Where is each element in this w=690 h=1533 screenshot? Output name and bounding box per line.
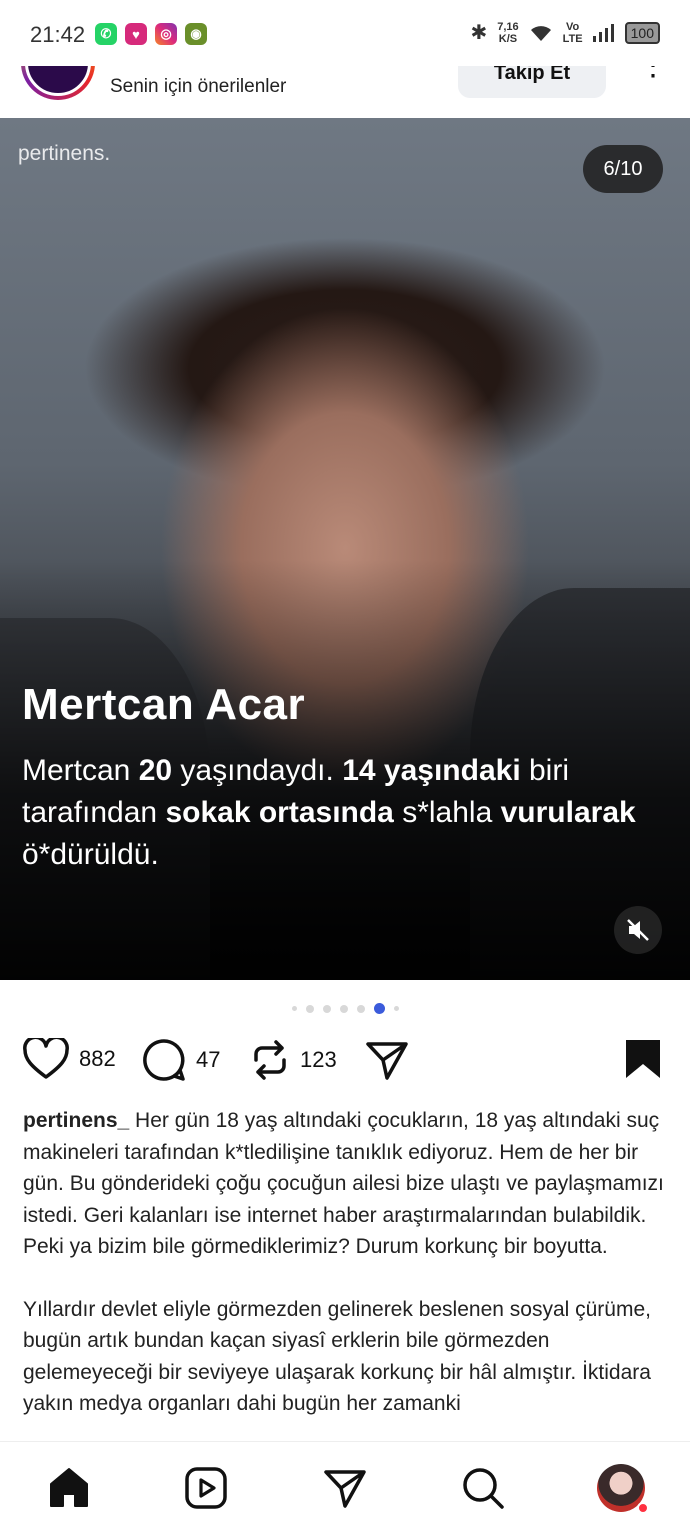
suggested-label: Senin için önerilenler — [110, 76, 287, 97]
network-speed: 7,16 K/S — [497, 21, 518, 45]
overlay-text-bold: sokak ortasında — [165, 796, 394, 829]
carousel-dot — [393, 1006, 399, 1011]
clock: 21:42 — [30, 22, 86, 47]
home-icon — [50, 1468, 88, 1507]
notification-dot — [637, 1502, 649, 1514]
caption-text: Yıllardır devlet eliyle görmezden geline… — [23, 1297, 651, 1416]
system-indicators: ✱ 7,16 K/S Vo LTE 100 — [470, 20, 660, 45]
carousel-indicator — [0, 1003, 690, 1014]
bluetooth-icon: ✱ — [470, 22, 488, 44]
profile-avatar — [597, 1464, 649, 1514]
bookmark-filled-icon — [626, 1040, 660, 1078]
battery-icon: 100 — [624, 21, 660, 44]
search-icon — [463, 1468, 504, 1509]
carousel-dot — [305, 1004, 314, 1013]
whatsapp-icon: ✆ — [95, 23, 117, 45]
notification-icons: ✆ ♥ ◎ ◉ — [95, 23, 207, 45]
caption-username[interactable]: pertinens_ — [23, 1109, 129, 1132]
network-speed-value: 7,16 — [497, 20, 519, 33]
nav-profile[interactable] — [597, 1464, 649, 1514]
instagram-icon: ◎ — [155, 23, 177, 45]
save-button[interactable] — [624, 1038, 662, 1085]
post-media[interactable]: pertinens. 6/10 Mertcan Acar Mertcan 20 … — [0, 118, 690, 980]
game-app-icon: ◉ — [185, 23, 207, 45]
repost-button[interactable]: 123 — [250, 1038, 337, 1082]
like-count: 882 — [79, 1046, 116, 1071]
overlay-text-part: ö*dürüldü. — [22, 838, 159, 871]
carousel-dot — [339, 1004, 348, 1013]
overlay-text-part: Mertcan — [22, 754, 139, 787]
share-button[interactable] — [365, 1038, 409, 1082]
media-overlay-text: Mertcan 20 yaşındaydı. 14 yaşındaki biri… — [22, 750, 662, 876]
network-speed-unit: K/S — [498, 32, 518, 45]
action-bar: 882 47 123 — [0, 1038, 690, 1088]
post-caption: pertinens_ Her gün 18 yaş altındaki çocu… — [23, 1105, 671, 1441]
send-icon — [366, 1042, 408, 1080]
volte-top: Vo — [566, 20, 580, 33]
carousel-dot — [356, 1004, 365, 1013]
volte-bottom: LTE — [562, 32, 583, 45]
comment-count: 47 — [196, 1047, 221, 1072]
overlay-text-bold: 20 — [138, 754, 173, 787]
wifi-icon — [530, 25, 551, 41]
reels-icon — [185, 1467, 227, 1509]
carousel-dot-active — [373, 1003, 385, 1014]
carousel-dot — [291, 1006, 297, 1011]
nav-reels[interactable] — [182, 1464, 230, 1512]
post-header: Senin için önerilenler Takip Et ⋮ — [0, 66, 690, 118]
overlay-text-bold: 14 yaşındaki — [342, 754, 521, 787]
heart-icon — [23, 1038, 69, 1079]
carousel-dot — [322, 1004, 331, 1013]
speaker-muted-icon — [627, 919, 649, 941]
caption-paragraph: Yıllardır devlet eliyle görmezden geline… — [23, 1294, 671, 1420]
nav-messages[interactable] — [321, 1464, 369, 1512]
more-options-icon[interactable]: ⋮ — [638, 66, 668, 81]
send-icon — [324, 1470, 366, 1508]
nav-home[interactable] — [45, 1464, 93, 1512]
caption-paragraph: pertinens_ Her gün 18 yaş altındaki çocu… — [23, 1105, 671, 1263]
volte-indicator: Vo LTE — [563, 21, 583, 45]
like-button[interactable]: 882 — [23, 1038, 116, 1080]
nav-search[interactable] — [459, 1464, 507, 1512]
follow-button[interactable]: Takip Et — [458, 66, 606, 98]
repost-icon — [254, 1040, 286, 1080]
comment-icon — [143, 1039, 185, 1081]
signal-icon — [592, 23, 614, 42]
media-title: Mertcan Acar — [22, 680, 306, 729]
overlay-text-bold: vurularak — [500, 796, 636, 829]
repost-count: 123 — [300, 1047, 337, 1072]
bottom-navigation — [0, 1441, 690, 1533]
overlay-text-part: s*lahla — [393, 796, 501, 829]
account-avatar-image — [25, 66, 91, 96]
notification-app-icon: ♥ — [125, 23, 147, 45]
account-avatar[interactable] — [21, 66, 95, 100]
media-watermark: pertinens. — [18, 142, 111, 165]
mute-button[interactable] — [614, 906, 662, 954]
status-bar: 21:42 ✆ ♥ ◎ ◉ ✱ 7,16 K/S Vo LTE 100 — [0, 0, 690, 66]
overlay-text-part: yaşındaydı. — [172, 754, 343, 787]
comment-button[interactable]: 47 — [142, 1038, 220, 1082]
media-counter: 6/10 — [583, 145, 663, 193]
